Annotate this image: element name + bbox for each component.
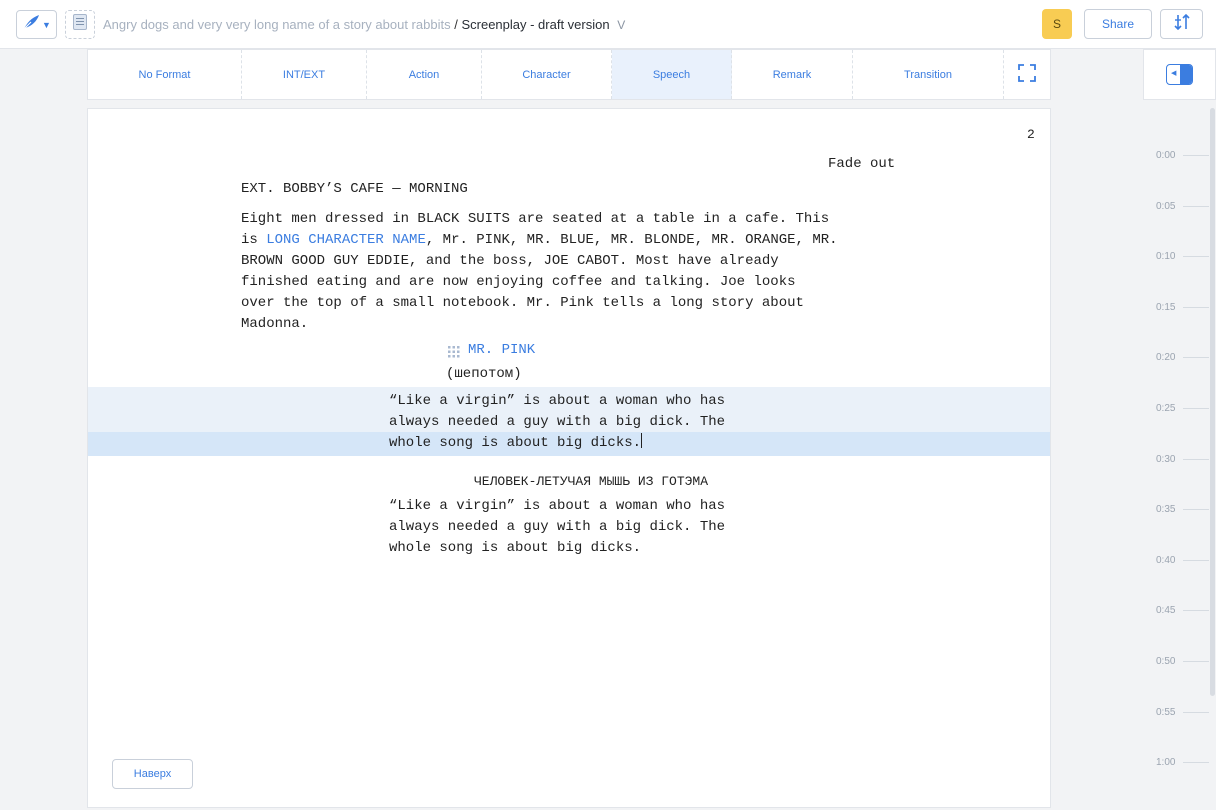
document-list-button[interactable]: [65, 10, 95, 39]
action-line[interactable]: Eight men dressed in BLACK SUITS are sea…: [241, 209, 829, 230]
speech-line[interactable]: whole song is about big dicks.: [389, 433, 643, 454]
chevron-down-icon: ▼: [42, 19, 51, 30]
top-bar: ▼ Angry dogs and very very long name of …: [0, 0, 1216, 49]
fullscreen-icon: [1018, 64, 1036, 85]
speech-line[interactable]: “Like a virgin” is about a woman who has: [389, 391, 725, 412]
speech-line[interactable]: always needed a guy with a big dick. The: [389, 517, 725, 538]
transition-text[interactable]: Fade out: [828, 154, 895, 175]
remark[interactable]: (шепотом): [446, 364, 522, 385]
page-number: 2: [1027, 127, 1035, 142]
speech-line[interactable]: “Like a virgin” is about a woman who has: [389, 496, 725, 517]
timeline-tick: 0:35: [1156, 504, 1210, 515]
timeline-tick: 0:20: [1156, 352, 1210, 363]
speech-line[interactable]: whole song is about big dicks.: [389, 538, 641, 559]
timeline-tick: 0:50: [1156, 656, 1210, 667]
sort-button[interactable]: [1160, 9, 1203, 39]
action-line[interactable]: over the top of a small notebook. Mr. Pi…: [241, 293, 804, 314]
scene-heading[interactable]: EXT. BOBBY’S CAFE — MORNING: [241, 179, 468, 200]
speech-line[interactable]: always needed a guy with a big dick. The: [389, 412, 725, 433]
timeline-tick: 0:30: [1156, 454, 1210, 465]
side-panel-toggle[interactable]: ◀: [1143, 49, 1216, 100]
breadcrumb-separator: /: [454, 17, 458, 32]
avatar[interactable]: S: [1042, 9, 1072, 39]
timeline-tick: 0:10: [1156, 251, 1210, 262]
scroll-to-top-button[interactable]: Наверх: [112, 759, 193, 789]
action-line[interactable]: finished eating and are now enjoying cof…: [241, 272, 796, 293]
format-transition[interactable]: Transition: [853, 50, 1004, 99]
timeline-tick: 0:00: [1156, 150, 1210, 161]
timeline-tick: 0:15: [1156, 302, 1210, 313]
action-line[interactable]: Madonna.: [241, 314, 308, 335]
character-name-link[interactable]: LONG CHARACTER NAME: [266, 232, 426, 248]
format-action[interactable]: Action: [367, 50, 482, 99]
timeline-tick: 0:45: [1156, 605, 1210, 616]
feather-icon: [22, 14, 40, 35]
format-remark[interactable]: Remark: [732, 50, 853, 99]
panel-toggle-icon: ◀: [1166, 64, 1193, 85]
action-line[interactable]: is LONG CHARACTER NAME, Mr. PINK, MR. BL…: [241, 230, 838, 251]
app-menu-button[interactable]: ▼: [16, 10, 57, 39]
breadcrumb-project[interactable]: Angry dogs and very very long name of a …: [103, 17, 451, 32]
format-int-ext[interactable]: INT/EXT: [242, 50, 367, 99]
share-button[interactable]: Share: [1084, 9, 1152, 39]
action-line[interactable]: BROWN GOOD GUY EDDIE, and the boss, JOE …: [241, 251, 779, 272]
timeline-tick: 0:55: [1156, 707, 1210, 718]
timeline-tick: 0:05: [1156, 201, 1210, 212]
timeline: 0:00 0:05 0:10 0:15 0:20 0:25 0:30 0:35 …: [1143, 100, 1216, 810]
format-no-format[interactable]: No Format: [88, 50, 242, 99]
format-character[interactable]: Character: [482, 50, 612, 99]
document-version-chevron[interactable]: V: [617, 18, 625, 32]
format-toolbar: No Format INT/EXT Action Character Speec…: [87, 49, 1051, 100]
scrollbar[interactable]: [1210, 108, 1215, 696]
breadcrumb: Angry dogs and very very long name of a …: [103, 17, 625, 32]
drag-handle-icon[interactable]: [448, 345, 460, 363]
format-speech[interactable]: Speech: [612, 50, 732, 99]
timeline-tick: 0:25: [1156, 403, 1210, 414]
timeline-tick: 1:00: [1156, 757, 1210, 768]
timeline-tick: 0:40: [1156, 555, 1210, 566]
script-page[interactable]: 2 Fade out EXT. BOBBY’S CAFE — MORNING E…: [87, 108, 1051, 808]
character-name[interactable]: ЧЕЛОВЕК-ЛЕТУЧАЯ МЫШЬ ИЗ ГОТЭМА: [474, 471, 708, 492]
character-name[interactable]: MR. PINK: [468, 340, 535, 361]
breadcrumb-document[interactable]: Screenplay - draft version: [461, 17, 609, 32]
sort-icon: [1173, 13, 1191, 35]
text-cursor: [641, 433, 643, 448]
fullscreen-button[interactable]: [1004, 50, 1050, 99]
document-icon: [73, 14, 87, 35]
